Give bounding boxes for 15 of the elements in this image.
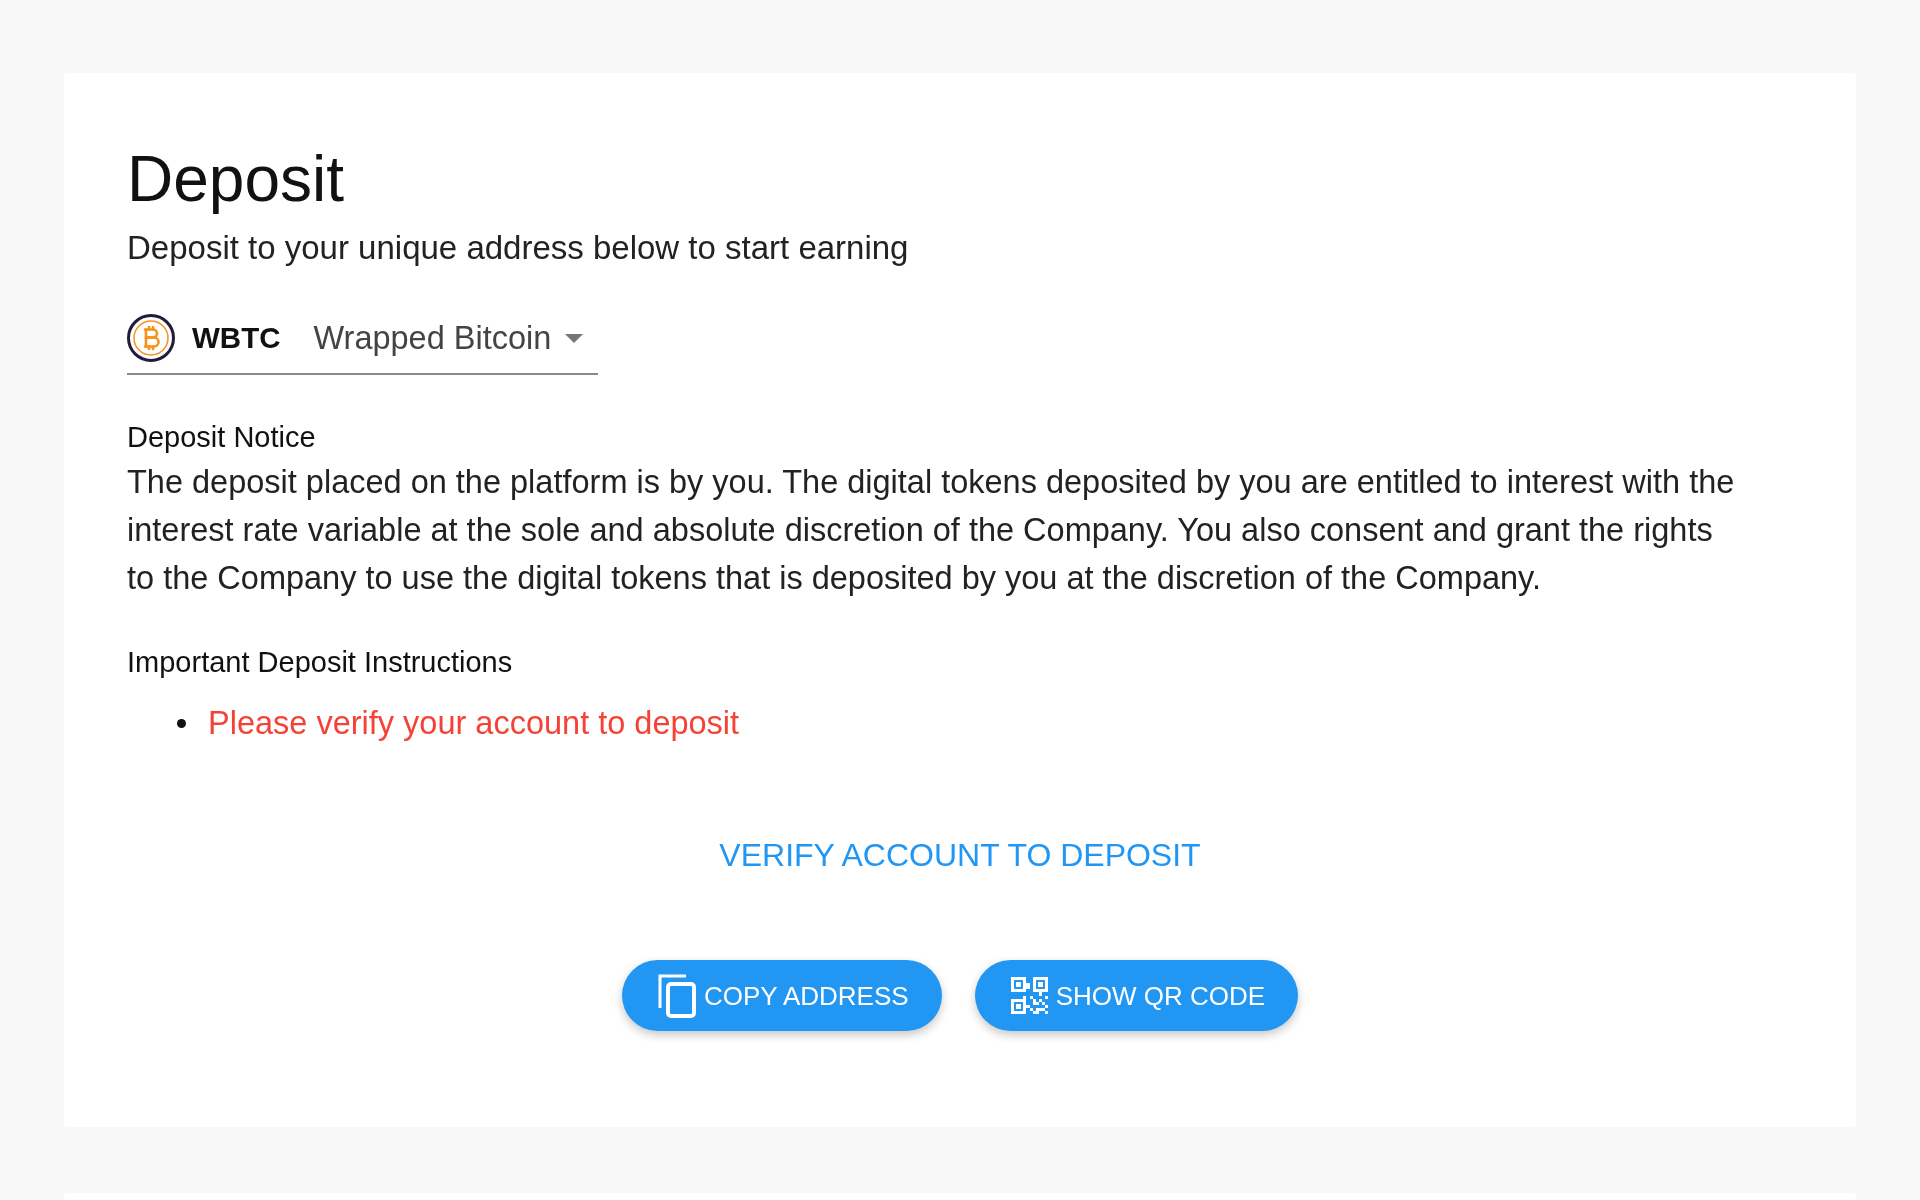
instructions-heading: Important Deposit Instructions <box>127 645 513 680</box>
caret-down-icon <box>565 333 584 343</box>
page-subtitle: Deposit to your unique address below to start earning <box>127 228 909 267</box>
qr-code-icon <box>1010 977 1048 1014</box>
show-qr-code-button[interactable]: SHOW QR CODE <box>974 960 1299 1031</box>
notice-text: The deposit placed on the platform is by you. The digital tokens deposited by you are entitled to interest with the interest rate variable at the sole and absolute discretion of the Company. You also consent and grant the rights to the Company to use the digital tokens that is deposited by you at the discretion of the Company. <box>127 463 1736 598</box>
copy-icon <box>657 973 696 1018</box>
copy-address-button[interactable]: COPY ADDRESS <box>621 960 942 1031</box>
bitcoin-coin-icon <box>127 314 175 362</box>
verify-account-link[interactable]: VERIFY ACCOUNT TO DEPOSIT <box>719 835 1201 875</box>
instruction-text: Please verify your account to deposit <box>208 704 740 743</box>
notice-heading: Deposit Notice <box>127 420 316 455</box>
page-title: Deposit <box>127 143 344 215</box>
bullet-icon <box>177 718 186 728</box>
coin-select[interactable]: WBTC Wrapped Bitcoin <box>127 314 598 375</box>
